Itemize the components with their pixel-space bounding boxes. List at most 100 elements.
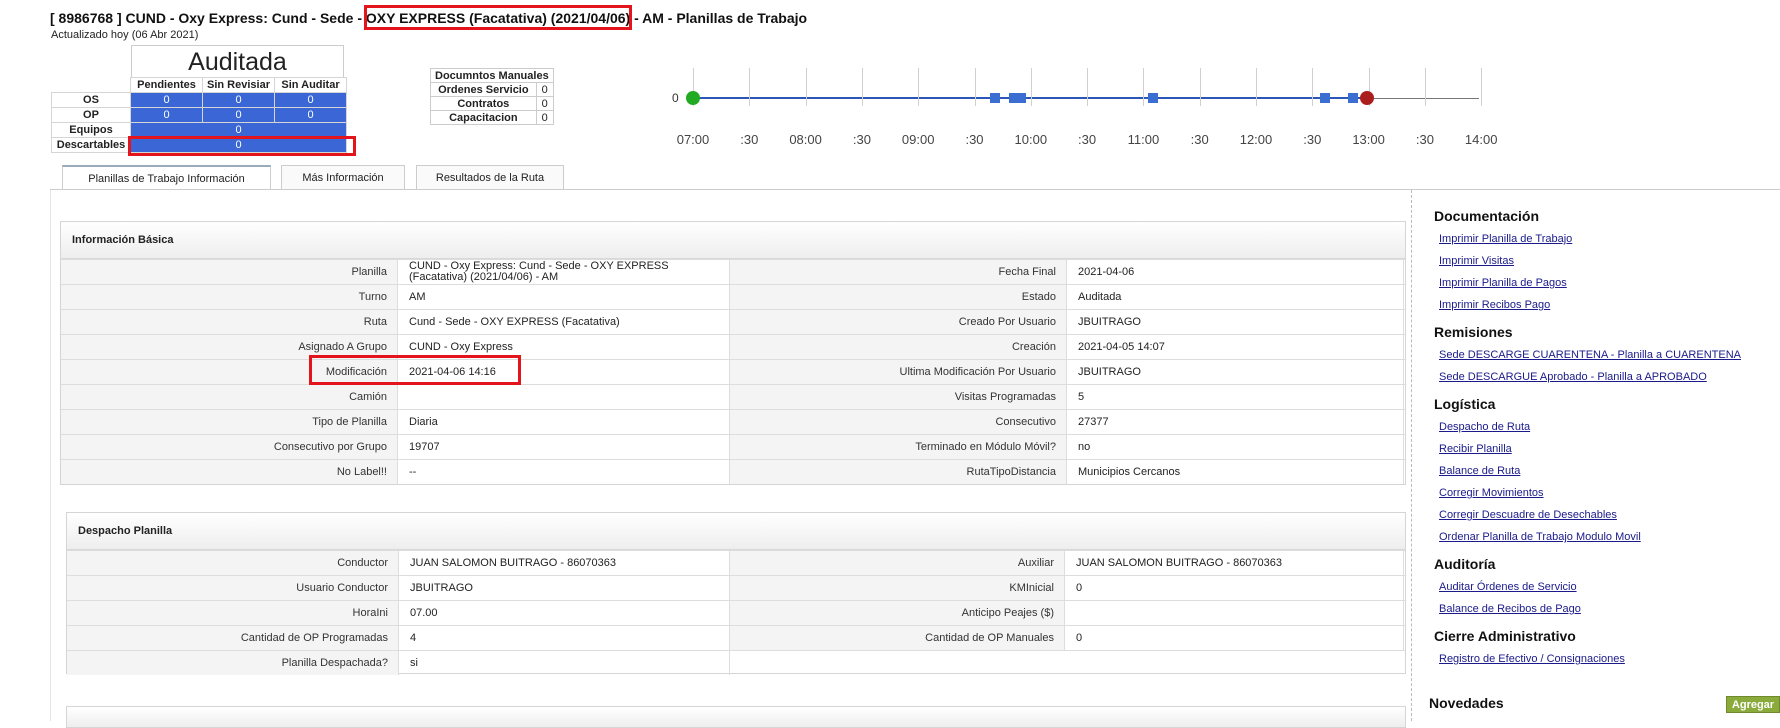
sidebar-link[interactable]: Corregir Movimientos [1439,487,1544,499]
timeline-tick [1481,68,1483,106]
novedades-title: Novedades [1429,695,1504,711]
status-value: 0 [274,92,347,108]
field-value: -- [397,460,730,484]
field-label: Ultima Modificación Por Usuario [730,360,1066,384]
timeline-visit-marker [1320,93,1330,103]
agregar-button[interactable]: Agregar [1726,696,1780,713]
field-label: Cantidad de OP Manuales [730,626,1064,650]
timeline-label: 08:00 [789,132,822,147]
timeline-visit-marker [990,93,1000,103]
tab-resultados-ruta[interactable]: Resultados de la Ruta [416,165,564,189]
sidebar-link[interactable]: Sede DESCARGE CUARENTENA - Planilla a CU… [1439,349,1741,361]
field-value: JUAN SALOMON BUITRAGO - 86070363 [398,551,730,575]
doc-manual-table: Documntos Manuales Ordenes Servicio 0 Con… [430,68,554,125]
timeline-label: 13:00 [1352,132,1385,147]
field-label: Tipo de Planilla [61,410,397,434]
sidebar-link[interactable]: Despacho de Ruta [1439,421,1530,433]
field-label: Conductor [67,551,398,575]
timeline-label: 09:00 [901,132,935,147]
tab-mas-informacion[interactable]: Más Información [281,165,405,189]
field-value: 0 [1064,626,1404,650]
field-value: 2021-04-06 [1066,260,1404,284]
status-row-label: OP [51,107,131,123]
info-row: Asignado A Grupo CUND - Oxy Express Creaci… [61,334,1405,359]
sidebar-link[interactable]: Auditar Órdenes de Servicio [1439,581,1577,593]
timeline-label: 12:00 [1239,132,1273,147]
sidebar-section-title: Remisiones [1434,324,1513,340]
field-value: 2021-04-05 14:07 [1066,335,1404,359]
timeline-visit-marker [1148,93,1158,103]
doc-manual-value: 0 [535,110,554,125]
highlight-box [309,355,521,385]
field-value [1064,601,1404,625]
highlight-box [128,136,356,156]
field-value: CUND - Oxy Express: Cund - Sede - OXY EX… [397,260,730,284]
timeline-label: :30 [1415,132,1434,147]
timeline-tick [1143,68,1145,106]
sidebar-link[interactable]: Imprimir Planilla de Trabajo [1439,233,1572,245]
info-row: HoraIni 07.00 Anticipo Peajes ($) [67,600,1405,625]
highlight-box [364,5,632,30]
timeline-tick [1424,68,1426,106]
timeline-tick [1087,68,1089,106]
field-value: AM [397,285,730,309]
info-row: Tipo de Planilla Diaria Consecutivo 27377 [61,409,1405,434]
sidebar-link[interactable]: Balance de Recibos de Pago [1439,603,1581,615]
timeline-visit-marker [1348,93,1358,103]
field-value: no [1066,435,1404,459]
info-row: Conductor JUAN SALOMON BUITRAGO - 8607036… [67,550,1405,575]
status-value: 0 [202,107,275,123]
status-row-label: OS [51,92,131,108]
field-value: JBUITRAGO [398,576,730,600]
timeline-tick [918,68,920,106]
field-label: Creado Por Usuario [730,310,1066,334]
timeline-zero-label: 0 [672,91,679,105]
sidebar-link[interactable]: Sede DESCARGUE Aprobado - Planilla a APR… [1439,371,1707,383]
sidebar-link[interactable]: Registro de Efectivo / Consignaciones [1439,653,1625,665]
sidebar-link[interactable]: Imprimir Recibos Pago [1439,299,1550,311]
field-label: Ruta [61,310,397,334]
info-row: Consecutivo por Grupo 19707 Terminado en M… [61,434,1405,459]
info-row: Modificación 2021-04-06 14:16 Ultima Modif… [61,359,1405,384]
timeline-tick [1030,68,1032,106]
status-col-header: Sin Auditar [274,77,347,93]
timeline-tick [974,68,976,106]
sidebar-link[interactable]: Balance de Ruta [1439,465,1520,477]
doc-manual-value: 0 [535,96,554,111]
updated-text: Actualizado hoy (06 Abr 2021) [51,29,199,41]
field-label: Planilla [61,260,397,284]
timeline-label: :30 [740,132,759,147]
status-title: Auditada [131,45,344,77]
info-row: Usuario Conductor JBUITRAGO KMInicial 0 [67,575,1405,600]
field-label: Consecutivo [730,410,1066,434]
sidebar-link[interactable]: Corregir Descuadre de Desechables [1439,509,1617,521]
field-label: Usuario Conductor [67,576,398,600]
sidebar-link[interactable]: Ordenar Planilla de Trabajo Modulo Movil [1439,531,1641,543]
field-value: si [398,651,730,675]
info-row: Ruta Cund - Sede - OXY EXPRESS (Facatativ… [61,309,1405,334]
timeline-label: :30 [1078,132,1097,147]
timeline-tick [1199,68,1201,106]
field-label: Anticipo Peajes ($) [730,601,1064,625]
doc-manual-label: Contratos [430,96,537,111]
field-label: Auxiliar [730,551,1064,575]
field-value [397,385,730,409]
info-row: Planilla Despachada? si [67,650,1405,675]
field-label: No Label!! [61,460,397,484]
timeline-tick [749,68,751,106]
timeline-label: :30 [1303,132,1322,147]
sidebar-section-title: Logística [1434,396,1496,412]
field-value: JUAN SALOMON BUITRAGO - 86070363 [1064,551,1404,575]
info-row: Cantidad de OP Programadas 4 Cantidad de O… [67,625,1405,650]
sidebar-section-title: Auditoría [1434,556,1496,572]
sidebar-link[interactable]: Imprimir Visitas [1439,255,1514,267]
field-value: Cund - Sede - OXY EXPRESS (Facatativa) [397,310,730,334]
field-value: 19707 [397,435,730,459]
tab-planillas-info[interactable]: Planillas de Trabajo Información [62,165,271,190]
timeline-label: :30 [1190,132,1209,147]
sidebar-link[interactable]: Recibir Planilla [1439,443,1512,455]
sidebar-link[interactable]: Imprimir Planilla de Pagos [1439,277,1567,289]
info-row: Camión Visitas Programadas 5 [61,384,1405,409]
timeline-label: 07:00 [676,132,710,147]
timeline-label: 14:00 [1464,132,1498,147]
